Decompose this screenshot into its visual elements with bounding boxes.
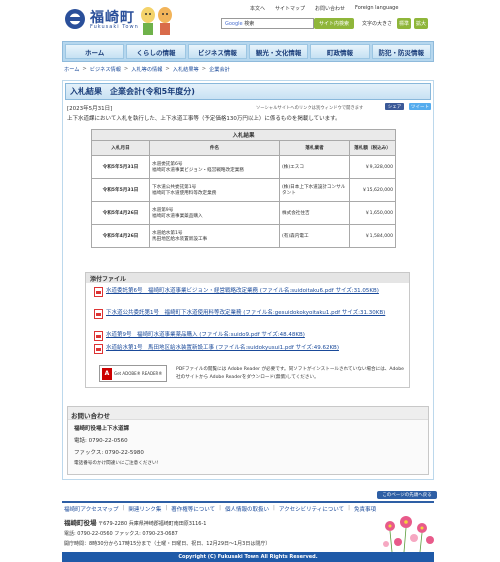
- sitemap-link[interactable]: サイトマップ: [275, 5, 305, 12]
- skip-to-content-link[interactable]: 本文へ: [250, 5, 265, 12]
- bid-results-table: 入札結果 入札月日 件名 落札業者 落札額（税込み） 令和5年5月31日 水道委…: [91, 129, 396, 248]
- nav-town-government[interactable]: 町政情報: [310, 44, 370, 59]
- search-input[interactable]: Google 検索: [221, 18, 314, 29]
- table-caption: 入札結果: [91, 129, 396, 141]
- attachment-link[interactable]: 水道委託第6号 福崎町水道事業ビジョン・経営戦略改定業務 (ファイル名:suid…: [94, 287, 399, 297]
- contact-tel: 電話: 0790-22-0560: [74, 438, 128, 444]
- breadcrumb-results[interactable]: 入札結果等: [173, 66, 199, 73]
- publish-date: [2023年5月31日]: [67, 106, 113, 112]
- nav-safety-disaster[interactable]: 防犯・防災情報: [371, 44, 431, 59]
- adobe-reader-badge[interactable]: A Get ADOBE® READER®: [99, 365, 167, 382]
- footer-postal-address: 〒679-2280 兵庫県神崎郡福崎町南田原3116-1: [98, 521, 207, 527]
- page-title: 入札結果 企業会計(令和5年度分): [65, 83, 431, 100]
- footer-divider: [62, 501, 434, 503]
- foreign-language-link[interactable]: Foreign language: [355, 5, 398, 12]
- table-row: 令和5年5月31日 下水道公共委託第1号 福崎町下水道使用料等改定業務 (株)日本…: [91, 178, 396, 202]
- town-emblem-icon[interactable]: [64, 8, 86, 30]
- pdf-icon: [94, 331, 103, 341]
- breadcrumb-enterprise[interactable]: 企業会計: [209, 66, 230, 73]
- contact-link[interactable]: お問い合わせ: [315, 5, 345, 12]
- pdf-icon: [94, 309, 103, 319]
- utility-links: 本文へ サイトマップ お問い合わせ Foreign language: [250, 5, 398, 12]
- breadcrumb: ホーム > ビジネス情報 > 入札等の情報 > 入札結果等 > 企業会計: [64, 66, 230, 73]
- pdf-icon: [94, 344, 103, 354]
- twitter-tweet-button[interactable]: ツイート: [409, 103, 431, 110]
- contact-box: お問い合わせ 福崎町役場上下水道課 電話: 0790-22-0560 ファックス…: [67, 406, 429, 475]
- column-header-date: 入札月日: [91, 140, 150, 156]
- site-header: 福崎町 Fukusaki Town 本文へ サイトマップ お問い合わせ Fore…: [0, 0, 500, 40]
- font-standard-button[interactable]: 標準: [397, 18, 411, 29]
- intro-text: 上下水道課において入札を執行した、上下水道工事等（予定価格130万円以上）に係る…: [67, 116, 341, 122]
- main-content: 入札結果 企業会計(令和5年度分) [2023年5月31日] ソーシャルサイトへ…: [62, 80, 434, 480]
- site-logo-subtitle: Fukusaki Town: [90, 24, 139, 30]
- nav-tourism-culture[interactable]: 観光・文化情報: [248, 44, 309, 59]
- column-header-name: 件名: [149, 140, 280, 156]
- table-row: 令和5年5月31日 水道委託第6号 福崎町水道事業ビジョン・経営戦略改定業務 (株…: [91, 155, 396, 179]
- footer-link-related[interactable]: 関連リンク集: [128, 505, 161, 513]
- breadcrumb-home[interactable]: ホーム: [64, 66, 79, 73]
- table-row: 令和5年4月26日 水道第9号 福崎町水道事業薬品購入 株式会社住吉 ￥1,650…: [91, 201, 396, 225]
- nav-living[interactable]: くらしの情報: [126, 44, 186, 59]
- breadcrumb-bidding[interactable]: 入札等の情報: [131, 66, 162, 73]
- font-size-label: 文字の大きさ: [362, 21, 393, 27]
- footer-link-copyright[interactable]: 著作権等について: [171, 505, 215, 513]
- mascot-image: [141, 7, 172, 35]
- footer-phone: 電話: 0790-22-0560 ファックス: 0790-23-0687: [64, 531, 178, 537]
- reader-note: PDFファイルの閲覧には Adobe Reader が必要です。同ソフトがインス…: [176, 367, 404, 380]
- attachment-link[interactable]: 水道第9号 福崎町水道事業薬品購入 (ファイル名:suido9.pdf サイズ:…: [94, 331, 399, 341]
- site-search-button[interactable]: サイト内検索: [314, 18, 354, 29]
- global-nav: ホーム くらしの情報 ビジネス情報 観光・文化情報 町政情報 防犯・防災情報: [62, 41, 434, 62]
- attachment-link[interactable]: 下水道公共委託第1号 福崎町下水道使用料等改定業務 (ファイル名:gesuido…: [94, 309, 399, 319]
- footer-address: 福崎町役場 〒679-2280 兵庫県神崎郡福崎町南田原3116-1 電話: 0…: [64, 518, 270, 549]
- table-row: 令和5年4月26日 水道給水第1号 馬田地区給水装置新設工事 (有)森内電工 ￥1…: [91, 224, 396, 248]
- column-header-vendor: 落札業者: [279, 140, 350, 156]
- column-header-price: 落札額（税込み）: [349, 140, 396, 156]
- attachments-title: 添付ファイル: [86, 273, 409, 283]
- adobe-reader-icon: A: [102, 367, 112, 380]
- footer-links: 福崎町アクセスマップ | 関連リンク集 | 著作権等について | 個人情報の取扱い | …: [64, 505, 376, 513]
- contact-fax: ファックス: 0790-22-5980: [74, 450, 144, 456]
- footer-hours: 開庁時間：8時30分から17時15分まで（土曜・日曜日、祝日、12月29日～1月…: [64, 541, 271, 547]
- facebook-share-button[interactable]: シェア: [385, 103, 404, 110]
- footer-link-accessibility[interactable]: アクセシビリティについて: [279, 505, 344, 513]
- attachments-box: 添付ファイル 水道委託第6号 福崎町水道事業ビジョン・経営戦略改定業務 (ファイ…: [85, 272, 410, 388]
- copyright-bar: Copyright (C) Fukusaki Town All Rights R…: [62, 552, 434, 562]
- contact-dept: 福崎町役場上下水道課: [74, 426, 130, 432]
- cosmos-flowers-image: [383, 516, 434, 552]
- contact-note: 電話番号のかけ間違いにご注意ください!: [74, 461, 159, 466]
- attachment-link[interactable]: 水道給水第1号 馬田地区給水装置新設工事 (ファイル名:suidokyusui1…: [94, 344, 399, 354]
- page-top-button[interactable]: このページの先頭へ戻る: [377, 491, 437, 499]
- nav-home[interactable]: ホーム: [65, 44, 125, 59]
- font-large-button[interactable]: 拡大: [414, 18, 428, 29]
- footer-link-privacy[interactable]: 個人情報の取扱い: [225, 505, 269, 513]
- footer-link-access-map[interactable]: 福崎町アクセスマップ: [64, 505, 119, 513]
- social-note: ソーシャルサイトへのリンクは別ウィンドウで開きます: [256, 106, 364, 111]
- contact-title: お問い合わせ: [68, 407, 428, 420]
- breadcrumb-business[interactable]: ビジネス情報: [90, 66, 121, 73]
- nav-business[interactable]: ビジネス情報: [187, 44, 247, 59]
- footer-office-name: 福崎町役場: [64, 519, 97, 527]
- pdf-icon: [94, 287, 103, 297]
- footer-link-disclaimer[interactable]: 免責事項: [354, 505, 376, 513]
